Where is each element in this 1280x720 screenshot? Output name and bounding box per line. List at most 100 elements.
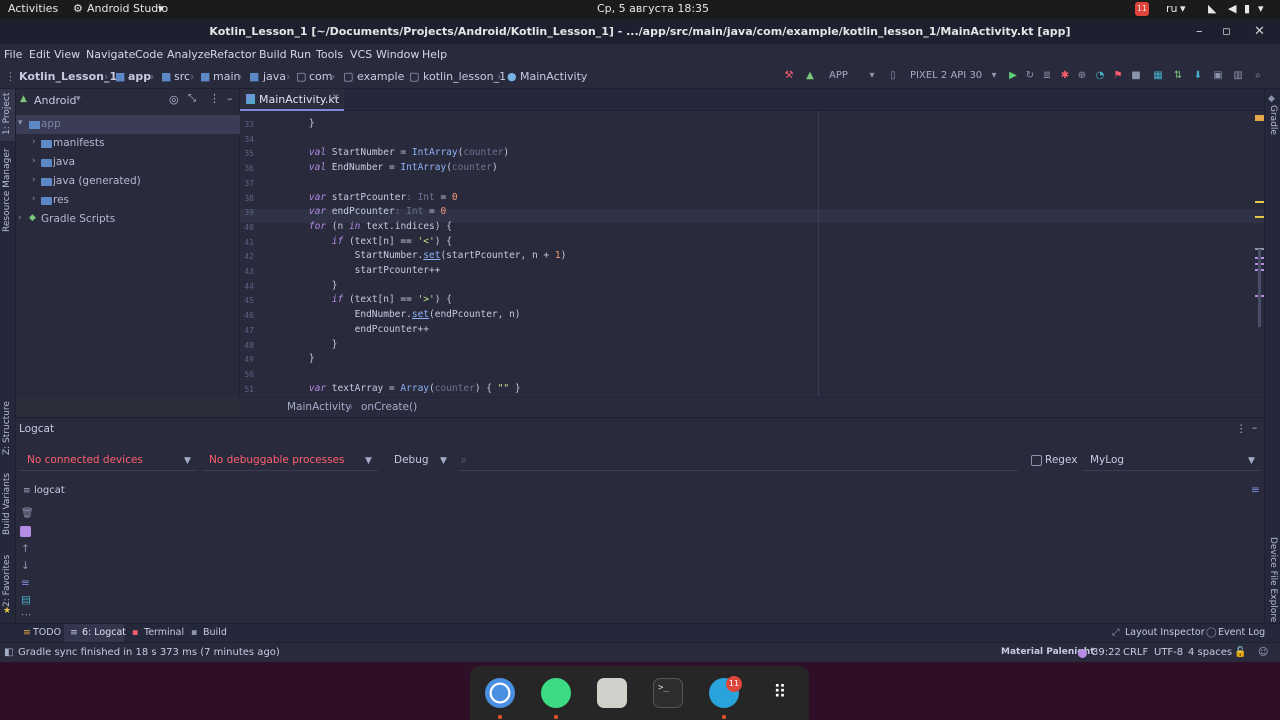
tab-mainactivity[interactable]: MainActivity.kt ✕ <box>240 89 344 111</box>
file-encoding[interactable]: UTF-8 <box>1154 647 1183 658</box>
lock-icon[interactable]: 🔓 <box>1234 647 1246 658</box>
activities-button[interactable]: Activities <box>8 2 58 15</box>
menu-refactor[interactable]: Refactor <box>210 48 256 61</box>
breadcrumb-project[interactable]: Kotlin_Lesson_1 <box>19 70 117 83</box>
warning-marker[interactable] <box>1255 216 1264 218</box>
avd-manager-icon[interactable]: ▦ <box>1152 70 1164 82</box>
breadcrumb-com[interactable]: com <box>309 70 333 83</box>
menu-view[interactable]: View <box>54 48 80 61</box>
options-icon[interactable]: ⋮ <box>1236 423 1247 435</box>
code-line[interactable]: var startPcounter: Int = 0 <box>240 192 458 203</box>
process-select[interactable]: No debuggable processes ▼ <box>202 451 378 471</box>
code-line[interactable]: if (text[n] == '>') { <box>240 294 452 305</box>
event-log-notification-icon[interactable]: ☺ <box>1258 647 1268 658</box>
breadcrumb-main[interactable]: main <box>213 70 240 83</box>
soft-wrap-icon[interactable]: ≡ <box>1251 484 1260 496</box>
favorites-tool-button[interactable]: 2: Favorites <box>2 555 12 607</box>
crumb-class[interactable]: MainActivity <box>287 401 351 413</box>
code-line[interactable]: var textArray = Array(counter) { "" } <box>240 383 521 394</box>
code-line[interactable]: } <box>240 118 315 129</box>
menu-window[interactable]: Window <box>376 48 419 61</box>
android-studio-icon[interactable] <box>541 678 571 708</box>
regex-checkbox[interactable] <box>1031 455 1042 466</box>
logcat-subtab[interactable]: logcat <box>34 485 65 496</box>
code-line[interactable]: EndNumber.set(endPcounter, n) <box>240 309 521 320</box>
device-select[interactable]: PIXEL 2 API 30 <box>910 70 982 81</box>
close-icon[interactable]: ✕ <box>1254 19 1265 44</box>
logcat-tab[interactable]: 6: Logcat <box>82 627 126 638</box>
scroll-to-end-icon[interactable] <box>20 526 31 537</box>
warning-marker[interactable] <box>1255 201 1264 203</box>
structure-tool-button[interactable]: Z: Structure <box>2 401 12 455</box>
crumb-method[interactable]: onCreate() <box>361 401 417 413</box>
todo-tab[interactable]: TODO <box>33 627 61 638</box>
files-icon[interactable] <box>597 678 627 708</box>
tree-item-gradle-scripts[interactable]: › ◆ Gradle Scripts <box>16 210 240 229</box>
build-variants-tool-button[interactable]: Build Variants <box>2 473 12 535</box>
code-line[interactable]: var endPcounter: Int = 0 <box>240 206 446 217</box>
hide-icon[interactable]: – <box>227 92 233 105</box>
breadcrumb-app[interactable]: app <box>128 70 151 83</box>
analysis-status-icon[interactable] <box>1255 115 1264 121</box>
code-line[interactable]: startPcounter++ <box>240 265 441 276</box>
hide-icon[interactable]: – <box>1252 422 1257 434</box>
build-tab[interactable]: Build <box>203 627 227 638</box>
breadcrumb-class[interactable]: MainActivity <box>520 70 587 83</box>
clock[interactable]: Ср, 5 августа 18:35 <box>597 2 709 15</box>
menu-vcs[interactable]: VCS <box>350 48 372 61</box>
options-icon[interactable]: ⋮ <box>209 92 220 105</box>
tree-item-java[interactable]: › java <box>16 153 240 172</box>
debug-icon[interactable]: ✱ <box>1059 70 1071 82</box>
maximize-icon[interactable]: ▫ <box>1222 19 1231 44</box>
tree-item-app[interactable]: ▾ app <box>16 115 240 134</box>
indent-setting[interactable]: 4 spaces <box>1188 647 1232 658</box>
terminal-tab[interactable]: Terminal <box>144 627 184 638</box>
sdk-manager-icon[interactable]: ⬇ <box>1192 70 1204 82</box>
run-icon[interactable]: ▶ <box>1007 70 1019 82</box>
menu-edit[interactable]: Edit <box>29 48 50 61</box>
code-line[interactable]: } <box>240 339 338 350</box>
code-line[interactable]: for (n in text.indices) { <box>240 221 452 232</box>
language-indicator[interactable]: ru <box>1166 2 1178 15</box>
volume-icon[interactable]: ◀ <box>1228 2 1236 15</box>
app-menu-button[interactable]: Android Studio <box>87 2 168 15</box>
notification-badge[interactable]: 11 <box>1135 2 1149 16</box>
log-level-select[interactable]: Debug ▼ <box>390 451 456 471</box>
trash-icon[interactable]: 🗑 <box>21 508 34 519</box>
profile-icon[interactable]: ◔ <box>1094 70 1106 82</box>
run-config-select[interactable]: APP <box>829 70 848 81</box>
menu-help[interactable]: Help <box>422 48 447 61</box>
menu-tools[interactable]: Tools <box>316 48 343 61</box>
print-icon[interactable]: ▤ <box>21 594 31 606</box>
logcat-search-input[interactable]: ⌕ <box>458 451 1018 471</box>
filter-config-select[interactable]: MyLog ▼ <box>1082 451 1260 471</box>
breadcrumb-package[interactable]: kotlin_lesson_1 <box>423 70 506 83</box>
more-icon[interactable]: ⋯ <box>21 609 32 621</box>
tree-item-manifests[interactable]: › manifests <box>16 134 240 153</box>
gradle-tool-button[interactable]: Gradle <box>1268 105 1278 135</box>
event-log-tab[interactable]: Event Log <box>1218 627 1265 638</box>
locate-icon[interactable]: ◎ <box>169 93 179 106</box>
apply-code-changes-icon[interactable]: ≣ <box>1041 70 1053 82</box>
menu-navigate[interactable]: Navigate <box>86 48 135 61</box>
layout-inspector-tab[interactable]: Layout Inspector <box>1125 627 1205 638</box>
device-file-explorer-tool-button[interactable]: Device File Explorer <box>1268 537 1278 626</box>
down-arrow-icon[interactable]: ↓ <box>21 560 30 572</box>
chromium-icon[interactable] <box>485 678 515 708</box>
up-arrow-icon[interactable]: ↑ <box>21 543 30 555</box>
terminal-app-icon[interactable]: >_ <box>653 678 683 708</box>
stop-icon[interactable]: ■ <box>1130 70 1142 82</box>
project-tool-window-button[interactable]: 1: Project <box>0 89 15 141</box>
resource-manager-tool-button[interactable]: Resource Manager <box>2 148 12 232</box>
project-view-selector[interactable]: Android <box>34 94 77 107</box>
breadcrumb-src[interactable]: src <box>174 70 190 83</box>
editor-scrollbar-thumb[interactable] <box>1258 249 1261 327</box>
menu-analyze[interactable]: Analyze <box>167 48 210 61</box>
code-line[interactable]: val EndNumber = IntArray(counter) <box>240 162 498 173</box>
project-structure-icon[interactable]: ▣ <box>1212 70 1224 82</box>
battery-icon[interactable]: ▮ <box>1244 2 1250 15</box>
attach-debugger-icon[interactable]: ⊕ <box>1076 70 1088 82</box>
code-line[interactable]: val StartNumber = IntArray(counter) <box>240 147 509 158</box>
system-menu-chevron-icon[interactable]: ▾ <box>1258 2 1264 15</box>
wifi-icon[interactable]: ◣ <box>1208 2 1216 15</box>
